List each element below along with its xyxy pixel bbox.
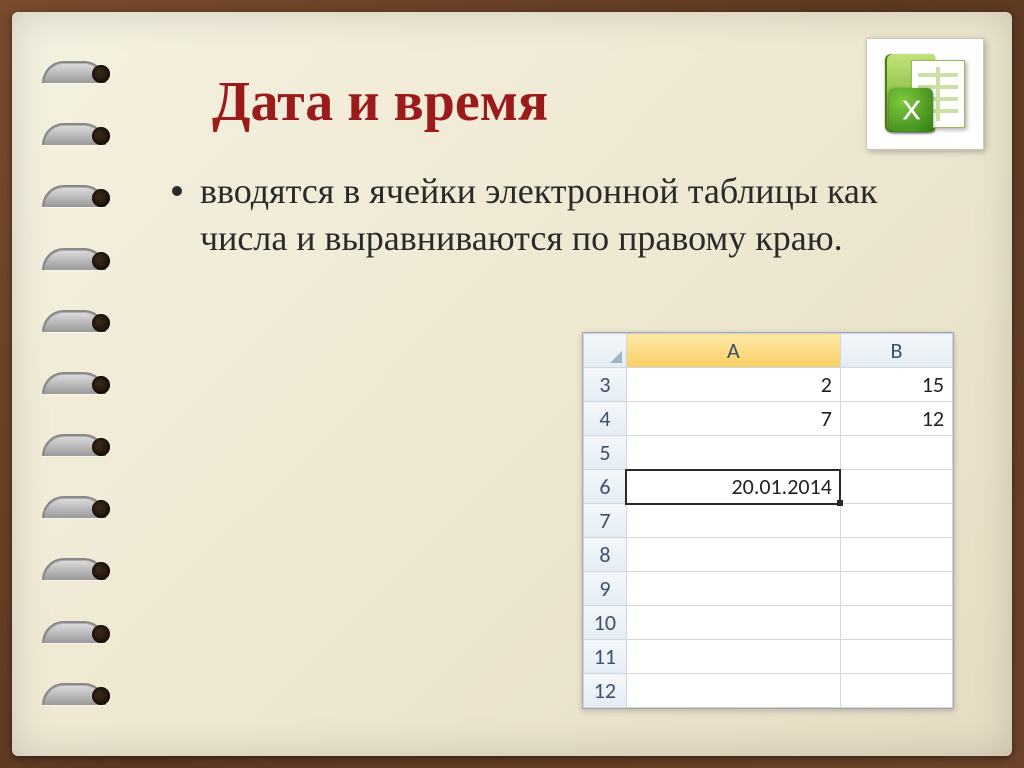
row-header[interactable]: 5 [584,436,627,470]
bullet-icon [172,186,182,196]
excel-app-icon [866,38,984,150]
cell-B9[interactable] [840,572,952,606]
slide-paper: Дата и время вводятся в ячейки электронн… [12,12,1012,756]
row-header[interactable]: 4 [584,402,627,436]
cell-A11[interactable] [626,640,840,674]
slide-body: вводятся в ячейки электронной таблицы ка… [172,168,932,262]
cell-A12[interactable] [626,674,840,708]
excel-x-icon [889,88,933,132]
column-header-B[interactable]: B [840,334,952,368]
cell-A7[interactable] [626,504,840,538]
cell-B5[interactable] [840,436,952,470]
cell-B10[interactable] [840,606,952,640]
row-header[interactable]: 8 [584,538,627,572]
cell-B7[interactable] [840,504,952,538]
row-header[interactable]: 11 [584,640,627,674]
row-header[interactable]: 12 [584,674,627,708]
cell-B12[interactable] [840,674,952,708]
cell-A4[interactable]: 7 [626,402,840,436]
cell-B6[interactable] [840,470,952,504]
cell-A8[interactable] [626,538,840,572]
cell-B4[interactable]: 12 [840,402,952,436]
select-all-corner[interactable] [584,334,627,368]
spiral-binding [42,12,122,756]
slide-title: Дата и время [212,70,952,134]
row-header[interactable]: 10 [584,606,627,640]
cell-B3[interactable]: 15 [840,368,952,402]
cell-A5[interactable] [626,436,840,470]
column-header-A[interactable]: A [626,334,840,368]
cell-B8[interactable] [840,538,952,572]
row-header[interactable]: 9 [584,572,627,606]
cell-A10[interactable] [626,606,840,640]
slide-frame: Дата и время вводятся в ячейки электронн… [0,0,1024,768]
cell-A3[interactable]: 2 [626,368,840,402]
spreadsheet-sample: A B 3 2 15 4 7 12 5 [582,332,954,709]
row-header[interactable]: 7 [584,504,627,538]
cell-A9[interactable] [626,572,840,606]
cell-B11[interactable] [840,640,952,674]
row-header[interactable]: 6 [584,470,627,504]
cell-A6[interactable]: 20.01.2014 [626,470,840,504]
bullet-text: вводятся в ячейки электронной таблицы ка… [200,168,932,262]
row-header[interactable]: 3 [584,368,627,402]
